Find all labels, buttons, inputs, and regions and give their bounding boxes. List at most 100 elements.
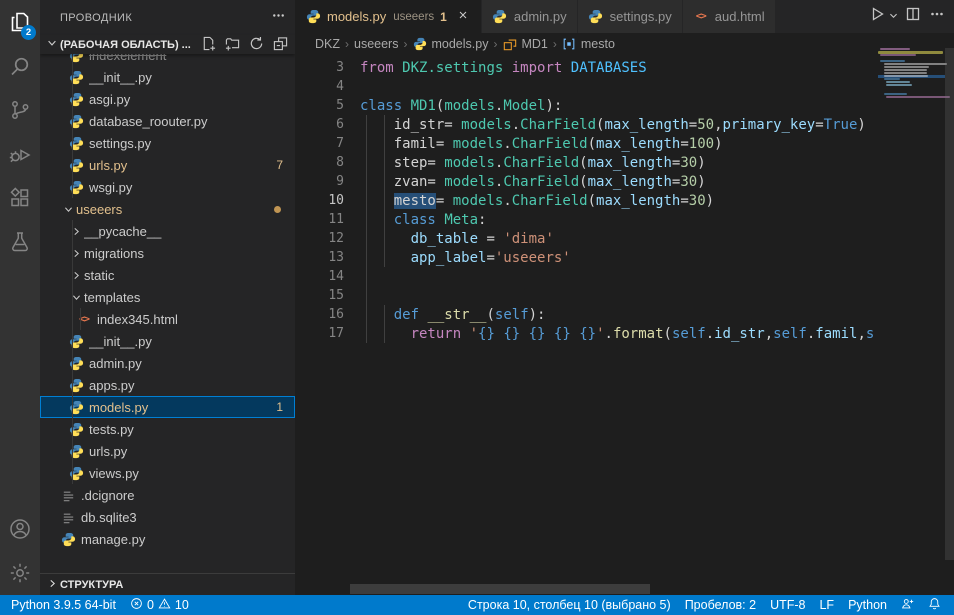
activity-item-explorer[interactable]: 2 (0, 0, 40, 44)
breadcrumb-item-MD1[interactable]: MD1 (502, 37, 547, 52)
activity-item-settings[interactable] (0, 551, 40, 595)
code-editor[interactable]: 3from DKZ.settings import DATABASES 4 5cla… (295, 55, 954, 595)
tree-item-static[interactable]: static (40, 264, 295, 286)
account-icon (8, 517, 32, 541)
tree-item-useeers[interactable]: useeers (40, 198, 295, 220)
tree-item-admin.py[interactable]: admin.py (40, 352, 295, 374)
warning-count: 10 (175, 598, 189, 612)
code-line-8[interactable]: 8 step= models.CharField(max_length=30) (295, 153, 874, 172)
line-number: 4 (295, 79, 344, 94)
code-line-9[interactable]: 9 zvan= models.CharField(max_length=30) (295, 172, 874, 191)
activity-item-run-debug[interactable] (0, 132, 40, 176)
notifications-button[interactable] (921, 595, 948, 615)
outline-section-header[interactable]: СТРУКТУРА (40, 573, 295, 595)
tab-admin.py[interactable]: admin.py (482, 0, 578, 33)
tree-item-tests.py[interactable]: tests.py (40, 418, 295, 440)
tab-models.py[interactable]: models.pyuseeers1 (295, 0, 482, 33)
tree-item-manage.py[interactable]: manage.py (40, 528, 295, 550)
breadcrumb-item-models.py[interactable]: models.py (412, 37, 488, 52)
close-icon[interactable] (455, 9, 471, 25)
activity-item-extensions[interactable] (0, 176, 40, 220)
tree-item-asgi.py[interactable]: asgi.py (40, 88, 295, 110)
activity-item-search[interactable] (0, 44, 40, 88)
workspace-section-header[interactable]: (РАБОЧАЯ ОБЛАСТЬ) ... (40, 35, 295, 54)
tree-item-.dcignore[interactable]: .dcignore (40, 484, 295, 506)
tree-item-label: useeers (76, 202, 274, 217)
tab-aud.html[interactable]: <>aud.html (683, 0, 776, 33)
activity-item-account[interactable] (0, 507, 40, 551)
breadcrumb-label: useeers (354, 37, 398, 51)
python-icon (68, 443, 84, 459)
tree-item-__pycache__[interactable]: __pycache__ (40, 220, 295, 242)
tab-settings.py[interactable]: settings.py (578, 0, 683, 33)
code-line-14[interactable]: 14 (295, 267, 874, 286)
code-line-16[interactable]: 16 def __str__(self): (295, 305, 874, 324)
code-line-10[interactable]: 10 mesto= models.CharField(max_length=30… (295, 191, 874, 210)
new-file-button[interactable] (199, 36, 217, 54)
python-icon (68, 113, 84, 129)
html-icon: <> (693, 9, 709, 25)
tree-item-templates[interactable]: templates (40, 286, 295, 308)
activity-item-source-control[interactable] (0, 88, 40, 132)
tree-item-urls.py[interactable]: urls.py (40, 440, 295, 462)
line-number: 10 (295, 193, 344, 208)
minimap[interactable] (878, 48, 945, 178)
line-number: 17 (295, 326, 344, 341)
tree-item-db.sqlite3[interactable]: db.sqlite3 (40, 506, 295, 528)
eol-status[interactable]: LF (812, 595, 841, 615)
explorer-more-actions-button[interactable] (269, 9, 287, 27)
indent-guide (72, 286, 73, 308)
vertical-scrollbar[interactable] (945, 48, 954, 560)
chevron-right-icon (68, 223, 84, 239)
cursor-position-status[interactable]: Строка 10, столбец 10 (выбрано 5) (461, 595, 678, 615)
problems-status[interactable]: 0 10 (123, 595, 196, 615)
tree-item-__init__.py[interactable]: __init__.py (40, 330, 295, 352)
tree-item-models.py[interactable]: models.py1 (40, 396, 295, 418)
split-editor-button[interactable] (902, 6, 924, 28)
tree-item-__init__.py[interactable]: __init__.py (40, 66, 295, 88)
collapse-all-button[interactable] (271, 36, 289, 54)
run-button[interactable] (866, 6, 888, 28)
tree-item-wsgi.py[interactable]: wsgi.py (40, 176, 295, 198)
line-number: 6 (295, 117, 344, 132)
feedback-button[interactable] (894, 595, 921, 615)
code-line-5[interactable]: 5class MD1(models.Model): (295, 96, 874, 115)
python-interpreter-status[interactable]: Python 3.9.5 64-bit (4, 595, 123, 615)
code-line-3[interactable]: 3from DKZ.settings import DATABASES (295, 58, 874, 77)
tree-item-apps.py[interactable]: apps.py (40, 374, 295, 396)
code-line-12[interactable]: 12 db_table = 'dima' (295, 229, 874, 248)
horizontal-scrollbar[interactable] (350, 584, 650, 594)
language-mode-status[interactable]: Python (841, 595, 894, 615)
code-line-11[interactable]: 11 class Meta: (295, 210, 874, 229)
line-content: step= models.CharField(max_length=30) (360, 155, 706, 171)
play-icon (869, 6, 885, 27)
tree-item-views.py[interactable]: views.py (40, 462, 295, 484)
status-bar: Python 3.9.5 64-bit 0 10 Строка 10, стол… (0, 595, 954, 615)
encoding-status[interactable]: UTF-8 (763, 595, 812, 615)
line-number: 16 (295, 307, 344, 322)
refresh-button[interactable] (247, 36, 265, 54)
tree-item-label: models.py (89, 400, 276, 415)
tree-item-index345.html[interactable]: <>index345.html (40, 308, 295, 330)
new-folder-button[interactable] (223, 36, 241, 54)
tree-item-database_roouter.py[interactable]: database_roouter.py (40, 110, 295, 132)
activity-item-testing[interactable] (0, 220, 40, 264)
tree-item-indexelement[interactable]: indexelement (40, 53, 295, 66)
tree-item-urls.py[interactable]: urls.py7 (40, 154, 295, 176)
tree-item-migrations[interactable]: migrations (40, 242, 295, 264)
code-line-7[interactable]: 7 famil= models.CharField(max_length=100… (295, 134, 874, 153)
tree-item-label: settings.py (89, 136, 295, 151)
tree-item-settings.py[interactable]: settings.py (40, 132, 295, 154)
code-line-13[interactable]: 13 app_label='useeers' (295, 248, 874, 267)
indentation-status[interactable]: Пробелов: 2 (678, 595, 763, 615)
breadcrumb-item-DKZ[interactable]: DKZ (315, 37, 340, 51)
code-line-17[interactable]: 17 return '{} {} {} {} {}'.format(self.i… (295, 324, 874, 343)
more-actions-button[interactable] (926, 6, 948, 28)
code-line-15[interactable]: 15 (295, 286, 874, 305)
search-icon (8, 54, 32, 78)
breadcrumb-item-useeers[interactable]: useeers (354, 37, 398, 51)
code-line-6[interactable]: 6 id_str= models.CharField(max_length=50… (295, 115, 874, 134)
code-line-4[interactable]: 4 (295, 77, 874, 96)
run-dropdown-button[interactable] (886, 6, 900, 28)
breadcrumb-item-mesto[interactable]: mesto (562, 37, 615, 52)
